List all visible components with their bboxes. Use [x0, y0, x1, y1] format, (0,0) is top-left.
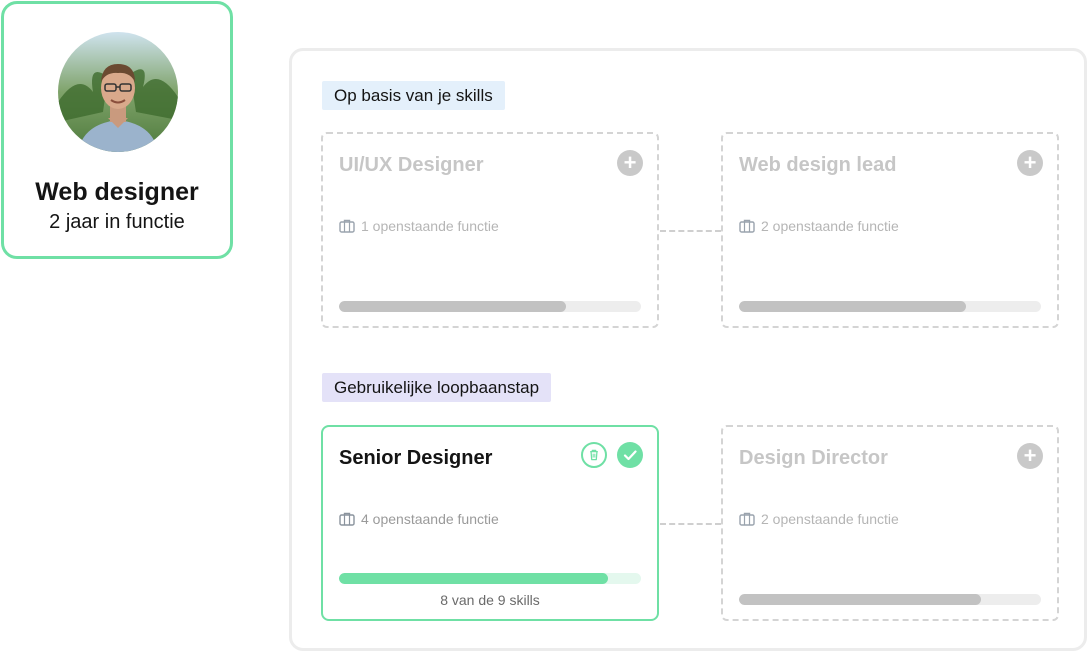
openings-text: 2 openstaande functie	[761, 511, 899, 527]
trash-icon	[590, 449, 598, 461]
skills-caption: 8 van de 9 skills	[440, 592, 540, 608]
career-card-ui-ux-designer[interactable]: UI/UX Designer + 1 openstaande functie	[321, 132, 659, 328]
plus-icon: +	[623, 150, 637, 175]
briefcase-icon	[739, 219, 755, 233]
skills-progress-bar	[339, 573, 641, 584]
skills-progress-fill	[739, 301, 966, 312]
skills-progress-fill	[339, 301, 566, 312]
openings-info: 2 openstaande functie	[739, 511, 899, 527]
skills-progress-bar	[739, 301, 1041, 312]
current-role-card: Web designer 2 jaar in functie	[1, 1, 233, 259]
career-card-senior-designer[interactable]: Senior Designer 4 openstaande functie 8 …	[321, 425, 659, 621]
avatar-photo-icon	[58, 32, 178, 152]
add-button[interactable]: +	[617, 150, 643, 176]
profile-title: Web designer	[35, 178, 199, 206]
briefcase-icon	[739, 512, 755, 526]
career-card-design-director[interactable]: Design Director + 2 openstaande functie	[721, 425, 1059, 621]
card-title: UI/UX Designer	[339, 154, 484, 176]
plus-icon: +	[1023, 150, 1037, 175]
card-title: Web design lead	[739, 154, 897, 176]
avatar	[58, 32, 178, 152]
openings-info: 2 openstaande functie	[739, 218, 899, 234]
briefcase-icon	[339, 219, 355, 233]
briefcase-icon	[339, 512, 355, 526]
add-button[interactable]: +	[1017, 443, 1043, 469]
openings-info: 4 openstaande functie	[339, 511, 499, 527]
confirm-button[interactable]	[617, 442, 643, 468]
career-path-view: Web designer 2 jaar in functie Op basis …	[0, 0, 1088, 652]
path-connector	[660, 523, 721, 525]
skills-progress-bar	[339, 301, 641, 312]
skills-progress-bar	[739, 594, 1041, 605]
skills-section-label: Op basis van je skills	[322, 81, 505, 110]
openings-info: 1 openstaande functie	[339, 218, 499, 234]
profile-subtitle: 2 jaar in functie	[49, 211, 185, 233]
career-card-web-design-lead[interactable]: Web design lead + 2 openstaande functie	[721, 132, 1059, 328]
skills-progress-fill	[339, 573, 608, 584]
card-title: Design Director	[739, 447, 888, 469]
skills-progress-fill	[739, 594, 981, 605]
plus-icon: +	[1023, 443, 1037, 468]
add-button[interactable]: +	[1017, 150, 1043, 176]
career-section-label: Gebruikelijke loopbaanstap	[322, 373, 552, 402]
career-options-panel: Op basis van je skills UI/UX Designer + …	[289, 48, 1087, 651]
openings-text: 4 openstaande functie	[361, 511, 499, 527]
path-connector	[660, 230, 721, 232]
openings-text: 1 openstaande functie	[361, 218, 499, 234]
delete-button[interactable]	[581, 442, 607, 468]
openings-text: 2 openstaande functie	[761, 218, 899, 234]
check-icon	[623, 450, 637, 461]
card-title: Senior Designer	[339, 447, 493, 469]
